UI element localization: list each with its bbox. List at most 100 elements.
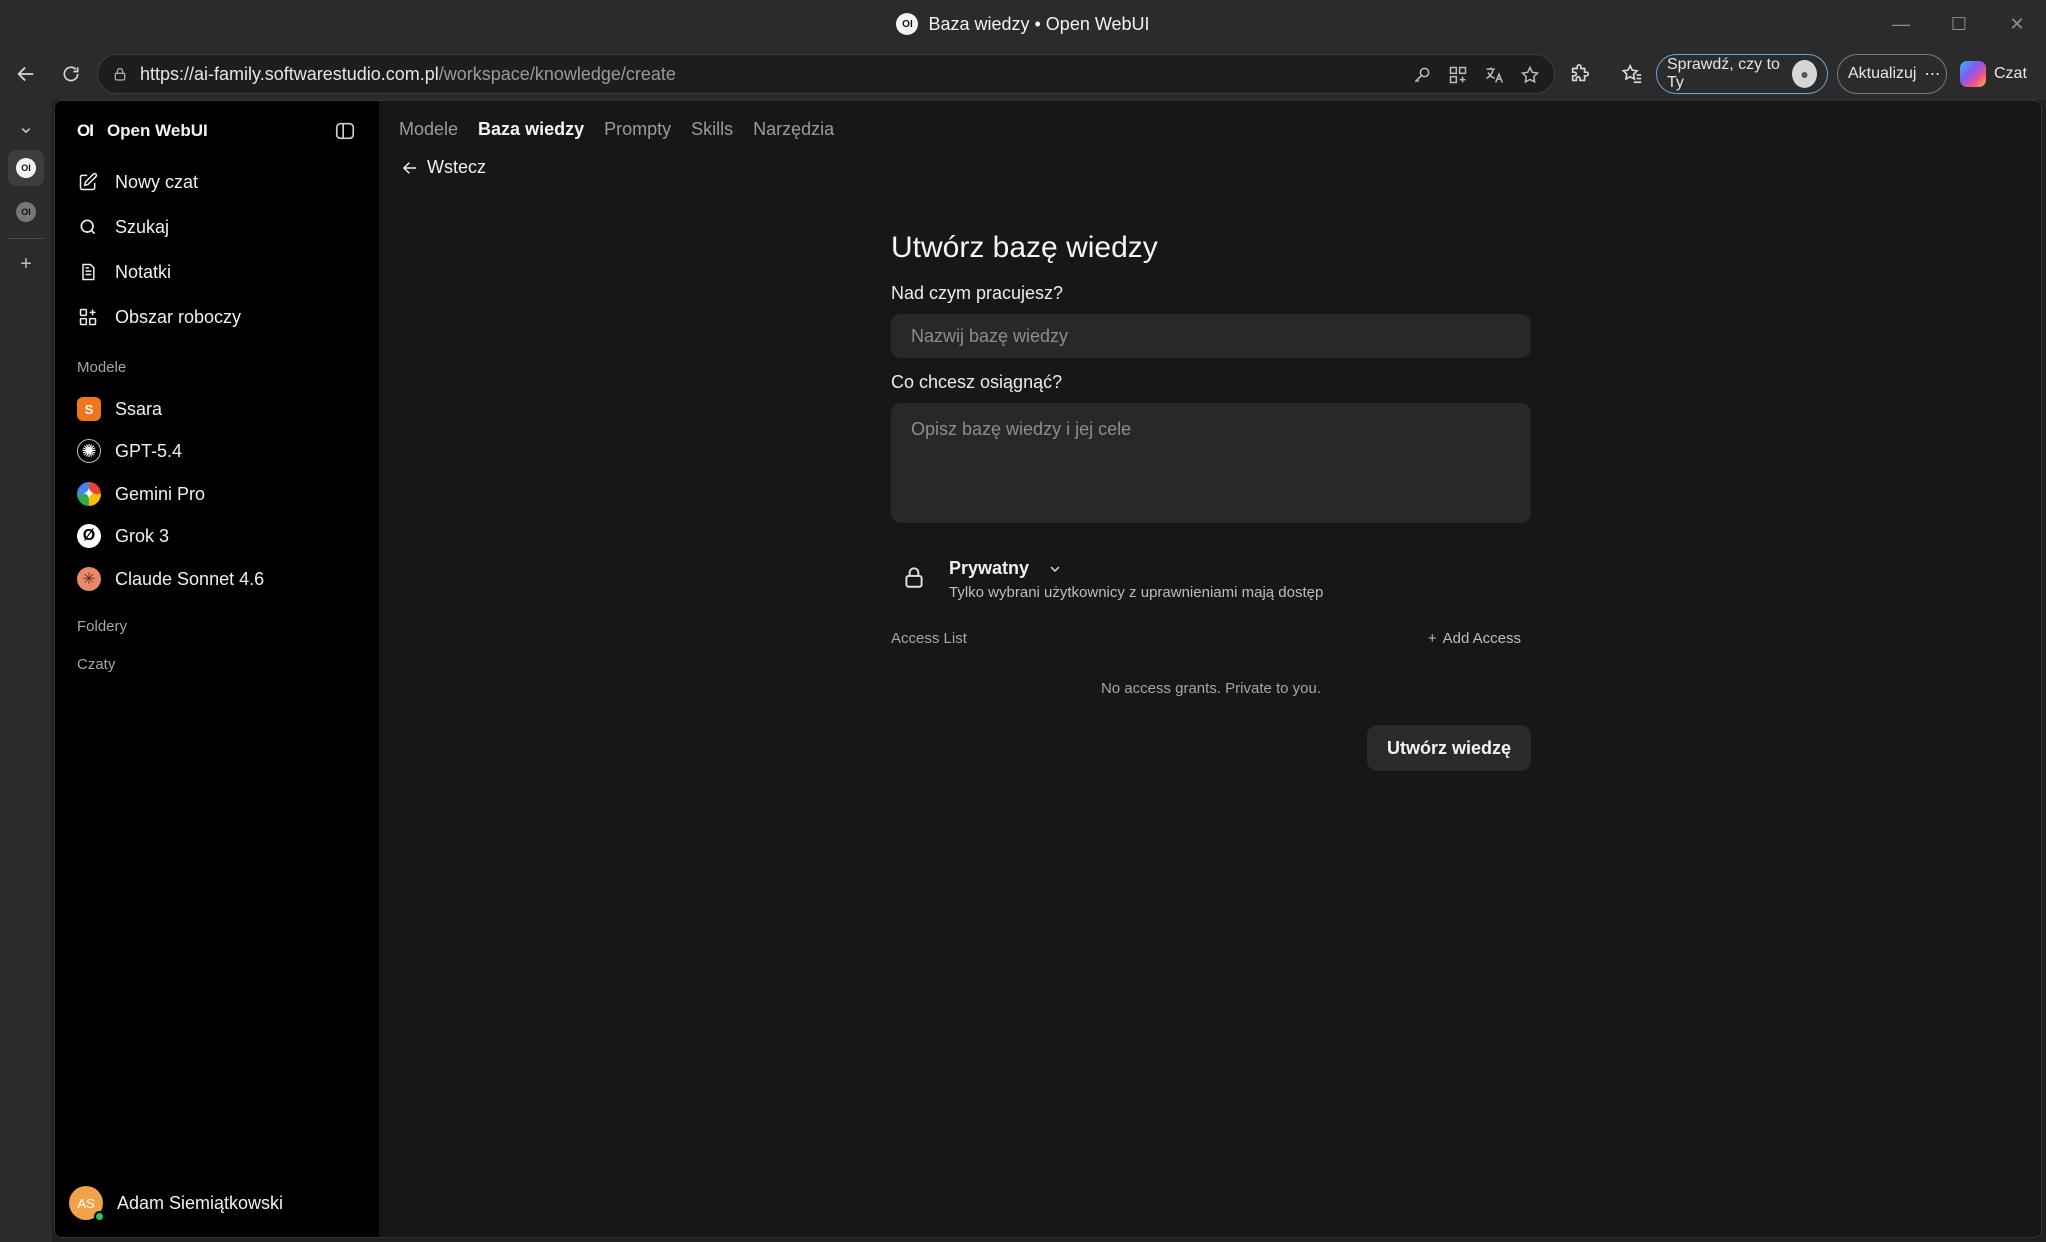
copilot-chat-button[interactable]: Czat	[1960, 54, 2027, 94]
minimize-icon[interactable]: —	[1872, 0, 1930, 48]
open-webui-favicon: OI	[16, 158, 36, 178]
verify-label: Sprawdź, czy to Ty	[1667, 56, 1780, 91]
brand[interactable]: OI Open WebUI	[77, 119, 208, 143]
model-label: Ssara	[115, 398, 163, 419]
models-section-label: Modele	[77, 359, 127, 376]
window-controls: — ☐ ✕	[1872, 0, 2046, 48]
claude-logo-icon: ✳	[77, 567, 101, 591]
arrow-left-icon	[402, 161, 416, 174]
model-label: Claude Sonnet 4.6	[115, 568, 265, 589]
brand-name: Open WebUI	[106, 121, 208, 140]
add-access-label: Add Access	[1442, 630, 1521, 647]
access-list-label: Access List	[891, 630, 967, 647]
tab-separator	[8, 238, 44, 239]
description-field-label: Co chcesz osiągnąć?	[891, 372, 1063, 392]
verify-identity-button[interactable]: Sprawdź, czy to Ty ●	[1656, 54, 1828, 94]
sidebar-item-workspace[interactable]: Obszar roboczy	[63, 297, 367, 337]
avatar: AS	[69, 1186, 105, 1222]
access-list-header: Access List + Add Access	[891, 626, 1531, 652]
sidebar-item-search[interactable]: Szukaj	[63, 207, 367, 247]
pencil-square-icon	[77, 171, 99, 193]
model-item-grok[interactable]: Ø Grok 3	[63, 516, 367, 556]
search-icon	[77, 216, 99, 238]
reload-icon[interactable]	[51, 54, 91, 94]
sidebar: OI Open WebUI Nowy czat Szukaj Notatki O…	[55, 101, 379, 1237]
url-text[interactable]: https://ai-family.softwarestudio.com.pl/…	[140, 64, 676, 85]
gemini-logo-icon: ✦	[77, 482, 101, 506]
chats-section-label[interactable]: Czaty	[77, 656, 115, 673]
model-item-ssara[interactable]: S Ssara	[63, 389, 367, 429]
back-arrow-icon[interactable]	[6, 54, 46, 94]
key-icon[interactable]	[1408, 61, 1436, 89]
favorite-star-icon[interactable]	[1516, 61, 1544, 89]
page-title: Utwórz bazę wiedzy	[891, 231, 1158, 264]
create-knowledge-button[interactable]: Utwórz wiedzę	[1366, 725, 1531, 771]
tab-knowledge[interactable]: Baza wiedzy	[478, 119, 584, 140]
sidebar-item-new-chat[interactable]: Nowy czat	[63, 162, 367, 202]
visibility-selector[interactable]: Prywatny Tylko wybrani użytkownicy z upr…	[891, 554, 1531, 614]
apps-icon[interactable]	[1444, 61, 1472, 89]
window-title-text: Baza wiedzy • Open WebUI	[928, 13, 1150, 34]
openai-logo-icon: ✺	[77, 439, 101, 463]
extensions-icon[interactable]	[1560, 54, 1600, 94]
visibility-description: Tylko wybrani użytkownicy z uprawnieniam…	[949, 584, 1324, 601]
tab-tools[interactable]: Narzędzia	[753, 119, 834, 140]
copilot-icon	[1960, 61, 1986, 87]
plus-icon: +	[1427, 630, 1437, 647]
visibility-title: Prywatny	[949, 558, 1030, 578]
folders-section-label[interactable]: Foldery	[77, 618, 127, 635]
model-item-claude[interactable]: ✳ Claude Sonnet 4.6	[63, 559, 367, 599]
user-profile[interactable]: AS Adam Siemiątkowski	[69, 1183, 283, 1223]
copilot-label: Czat	[1994, 65, 2027, 82]
model-label: GPT-5.4	[115, 440, 183, 461]
vertical-tab-strip: ⌄ OI OI +	[0, 100, 52, 1242]
tab-prompts[interactable]: Prompty	[604, 119, 671, 140]
add-access-button[interactable]: + Add Access	[1428, 630, 1521, 647]
sidebar-item-label: Notatki	[115, 261, 172, 282]
sidebar-item-notes[interactable]: Notatki	[63, 252, 367, 292]
update-button[interactable]: Aktualizuj ⋯	[1837, 54, 1947, 94]
main-content: Modele Baza wiedzy Prompty Skills Narzęd…	[379, 101, 2041, 1237]
create-knowledge-form: Utwórz bazę wiedzy Nad czym pracujesz? C…	[891, 231, 1531, 771]
sidebar-item-label: Nowy czat	[115, 171, 199, 192]
model-label: Gemini Pro	[115, 483, 206, 504]
update-label: Aktualizuj	[1848, 65, 1917, 82]
avatar-initials: AS	[77, 1195, 95, 1211]
model-item-gemini[interactable]: ✦ Gemini Pro	[63, 474, 367, 514]
tab-actions-chevron-icon[interactable]: ⌄	[8, 108, 44, 144]
translate-icon[interactable]	[1480, 61, 1508, 89]
tab-skills[interactable]: Skills	[691, 119, 733, 140]
workspace-tabs: Modele Baza wiedzy Prompty Skills Narzęd…	[399, 119, 834, 140]
window-titlebar: OI Baza wiedzy • Open WebUI — ☐ ✕	[0, 0, 2046, 48]
model-item-gpt[interactable]: ✺ GPT-5.4	[63, 431, 367, 471]
name-field-label: Nad czym pracujesz?	[891, 283, 1064, 303]
tab-open-webui[interactable]: OI	[8, 194, 44, 230]
knowledge-name-input[interactable]	[891, 314, 1531, 358]
lock-icon[interactable]	[112, 66, 128, 82]
tab-models[interactable]: Modele	[399, 119, 458, 140]
maximize-icon[interactable]: ☐	[1930, 0, 1988, 48]
back-button[interactable]: Wstecz	[401, 157, 486, 178]
new-tab-plus-icon[interactable]: +	[8, 246, 44, 282]
lock-icon	[905, 567, 923, 588]
tab-open-webui-active[interactable]: OI	[8, 150, 44, 186]
chevron-down-icon[interactable]	[1047, 561, 1063, 577]
page: OI Open WebUI Nowy czat Szukaj Notatki O…	[54, 100, 2042, 1238]
knowledge-description-input[interactable]	[891, 403, 1531, 523]
no-access-message: No access grants. Private to you.	[1100, 680, 1322, 697]
notes-icon	[77, 261, 99, 283]
workspace-grid-icon	[77, 306, 99, 328]
sidebar-item-label: Szukaj	[115, 216, 170, 237]
grok-logo-icon: Ø	[77, 524, 101, 548]
ssara-logo-icon: S	[77, 397, 101, 421]
user-name: Adam Siemiątkowski	[117, 1192, 284, 1213]
browser-toolbar: https://ai-family.softwarestudio.com.pl/…	[0, 48, 2046, 100]
address-bar[interactable]: https://ai-family.softwarestudio.com.pl/…	[97, 54, 1555, 94]
close-icon[interactable]: ✕	[1988, 0, 2046, 48]
tab-favicon: OI	[896, 13, 919, 35]
favorites-icon[interactable]	[1612, 54, 1652, 94]
open-webui-logo: OI	[77, 121, 94, 140]
online-status-dot	[94, 1211, 105, 1222]
profile-avatar-icon: ●	[1792, 60, 1817, 88]
sidebar-toggle-icon[interactable]	[331, 117, 359, 145]
